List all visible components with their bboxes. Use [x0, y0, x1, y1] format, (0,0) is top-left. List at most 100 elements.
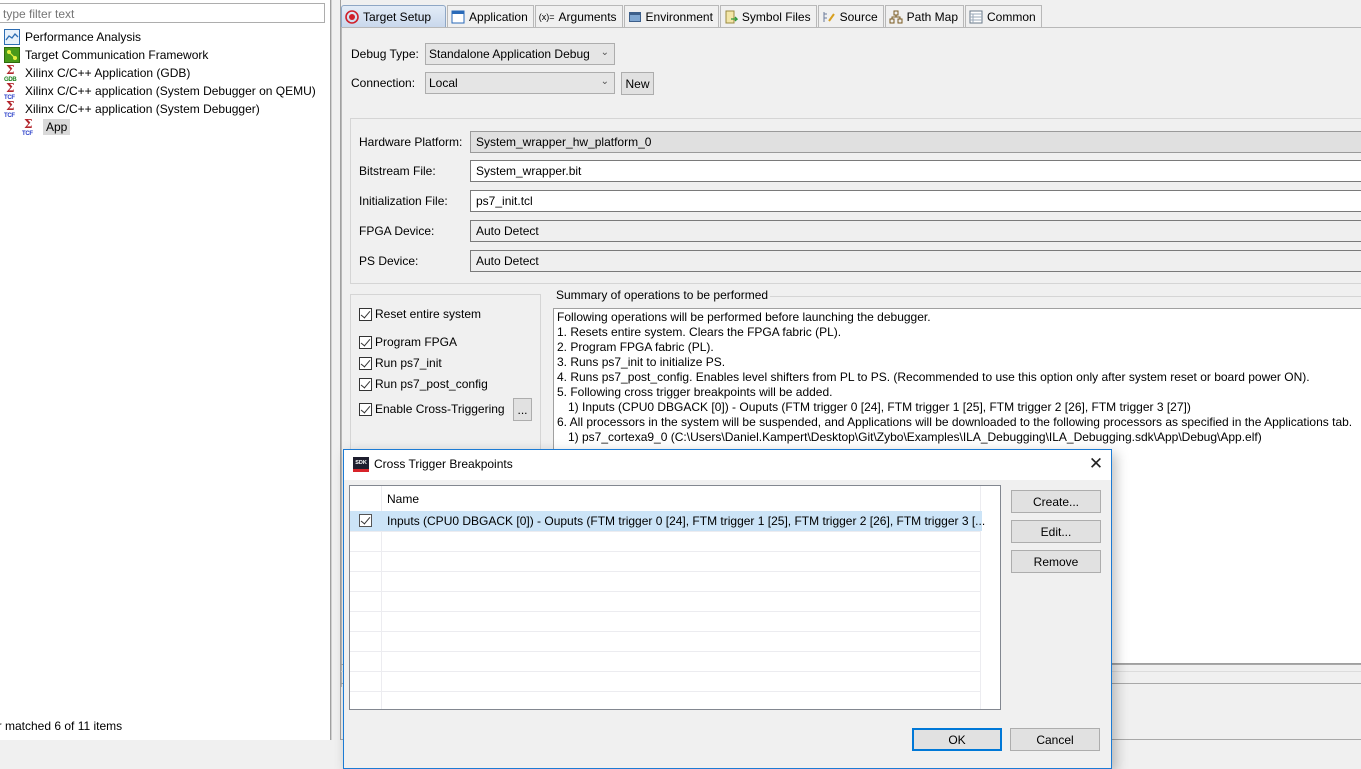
tree-item-label: Xilinx C/C++ application (System Debugge… [25, 84, 316, 98]
option-label: Run ps7_post_config [375, 377, 488, 391]
tab-application[interactable]: Application [447, 5, 534, 27]
checkbox-icon[interactable] [359, 307, 372, 321]
target-icon [345, 9, 359, 24]
bitstream-file-input[interactable]: System_wrapper.bit [470, 160, 1361, 182]
common-icon [969, 10, 983, 24]
fpga-device-select[interactable]: Auto Detect [470, 220, 1361, 242]
tree-item-label: App [43, 119, 71, 135]
panel-sash[interactable] [331, 0, 341, 740]
hardware-platform-select[interactable]: System_wrapper_hw_platform_0 [470, 131, 1361, 153]
bitstream-file-label: Bitstream File: [359, 164, 436, 178]
option-label: Program FPGA [375, 335, 458, 349]
tree-item[interactable]: Σ TCF Xilinx C/C++ application (System Deb… [4, 99, 260, 119]
option-label: Reset entire system [375, 307, 482, 321]
edit-button[interactable]: Edit... [1011, 520, 1101, 543]
tab-environment[interactable]: Environment [623, 5, 719, 27]
initialization-file-input[interactable]: ps7_init.tcl [470, 190, 1361, 212]
create-button[interactable]: Create... [1011, 490, 1101, 513]
new-connection-button[interactable]: New [621, 72, 654, 95]
xilinx-gdb-icon: Σ GDB [4, 63, 17, 83]
tab-label: Common [987, 9, 1036, 24]
tab-label: Target Setup [363, 9, 432, 24]
option-checkbox[interactable]: Program FPGA [359, 335, 457, 349]
tree-item[interactable]: Target Communication Framework [4, 46, 208, 64]
tab-path-map[interactable]: Path Map [884, 5, 965, 27]
tab-common[interactable]: Common [965, 5, 1042, 27]
close-icon[interactable]: ✕ [1085, 453, 1107, 475]
ps-device-select[interactable]: Auto Detect [470, 250, 1361, 272]
tab-label: Symbol Files [741, 9, 811, 24]
option-label: Enable Cross-Triggering [375, 402, 505, 416]
tree-item-label: Target Communication Framework [25, 48, 209, 62]
option-checkbox[interactable]: Run ps7_init [359, 356, 442, 370]
summary-title: Summary of operations to be performed [556, 288, 769, 302]
environment-icon [628, 10, 642, 24]
performance-analysis-icon [4, 29, 20, 45]
dialog-title: Cross Trigger Breakpoints [374, 457, 513, 471]
tab-source[interactable]: Source [817, 5, 884, 27]
summary-line: Following operations will be performed b… [557, 310, 931, 324]
tree-item[interactable]: Σ TCF Xilinx C/C++ application (System Deb… [4, 81, 316, 101]
fpga-device-label: FPGA Device: [359, 224, 435, 238]
table-row-divider [350, 651, 980, 652]
connection-select[interactable]: Local ⌄ [425, 72, 615, 94]
xilinx-tcf-icon: Σ TCF [4, 99, 15, 119]
launch-configuration-tree-panel: Filter matched 6 of 11 items Performance… [0, 0, 331, 740]
cross-trigger-settings-button[interactable]: ... [513, 398, 532, 421]
tree-item[interactable]: Performance Analysis [4, 28, 141, 46]
debug-type-select[interactable]: Standalone Application Debug ⌄ [425, 43, 615, 65]
tree-item-label: Performance Analysis [25, 30, 142, 44]
chevron-down-icon: ⌄ [600, 47, 609, 58]
checkbox-icon[interactable] [359, 335, 372, 349]
tcf-icon [4, 47, 20, 63]
breakpoints-table[interactable]: Name Inputs (CPU0 DBGACK [0]) - Ouputs (… [349, 485, 1001, 710]
filter-input[interactable] [0, 3, 325, 23]
option-checkbox[interactable]: Run ps7_post_config [359, 377, 488, 391]
row-checkbox[interactable] [359, 514, 372, 527]
column-header-name[interactable]: Name [387, 492, 419, 506]
table-row-divider [350, 571, 980, 572]
symbol-files-icon [724, 10, 738, 24]
table-row[interactable]: Inputs (CPU0 DBGACK [0]) - Ouputs (FTM t… [350, 511, 986, 531]
source-icon [822, 10, 836, 24]
summary-line: 3. Runs ps7_init to initialize PS. [557, 355, 726, 369]
tab-label: Arguments [558, 9, 617, 24]
tab-label: Path Map [906, 9, 959, 24]
sdk-icon: SDK [353, 457, 369, 472]
table-row-divider [350, 531, 980, 532]
tree-item-label: Xilinx C/C++ application (System Debugge… [25, 102, 260, 116]
remove-button[interactable]: Remove [1011, 550, 1101, 573]
ok-button[interactable]: OK [912, 728, 1002, 751]
table-row-divider [350, 551, 980, 552]
checkbox-icon[interactable] [359, 356, 372, 370]
summary-line: 1) ps7_cortexa9_0 (C:\Users\Daniel.Kampe… [568, 430, 1262, 444]
breakpoint-name: Inputs (CPU0 DBGACK [0]) - Ouputs (FTM t… [387, 514, 986, 528]
summary-line: 6. All processors in the system will be … [557, 415, 1353, 429]
debug-type-label: Debug Type: [351, 47, 419, 61]
summary-line: 4. Runs ps7_post_config. Enables level s… [557, 370, 1310, 384]
checkbox-icon[interactable] [359, 377, 372, 391]
option-checkbox[interactable]: Reset entire system [359, 307, 481, 321]
tree-item[interactable]: Σ TCF App [22, 117, 71, 137]
application-icon [451, 10, 465, 24]
tab-symbol-files[interactable]: Symbol Files [719, 5, 817, 27]
cross-trigger-breakpoints-dialog: SDK Cross Trigger Breakpoints ✕ Name Inp… [343, 449, 1112, 769]
cancel-button[interactable]: Cancel [1010, 728, 1100, 751]
arguments-icon: (x)= [538, 11, 555, 22]
tab-label: Environment [645, 9, 713, 24]
connection-label: Connection: [351, 76, 416, 90]
table-row-divider [350, 611, 980, 612]
tab-bar: Target Setup Application (x)= Arguments Envi… [341, 5, 1043, 27]
filter-status: Filter matched 6 of 11 items [0, 719, 123, 733]
hardware-platform-label: Hardware Platform: [359, 135, 463, 149]
dialog-titlebar[interactable]: SDK Cross Trigger Breakpoints ✕ [344, 450, 1111, 480]
checkbox-icon[interactable] [359, 402, 372, 416]
option-checkbox[interactable]: Enable Cross-Triggering [359, 402, 505, 416]
tab-target-setup[interactable]: Target Setup [341, 5, 447, 27]
summary-line: 1) Inputs (CPU0 DBGACK [0]) - Ouputs (FT… [568, 400, 1191, 414]
tab-arguments[interactable]: (x)= Arguments [534, 5, 623, 27]
connection-value: Local [429, 76, 458, 90]
debug-type-value: Standalone Application Debug [429, 47, 590, 61]
tab-label: Source [839, 9, 878, 24]
tree-item[interactable]: Σ GDB Xilinx C/C++ Application (GDB) [4, 63, 190, 83]
